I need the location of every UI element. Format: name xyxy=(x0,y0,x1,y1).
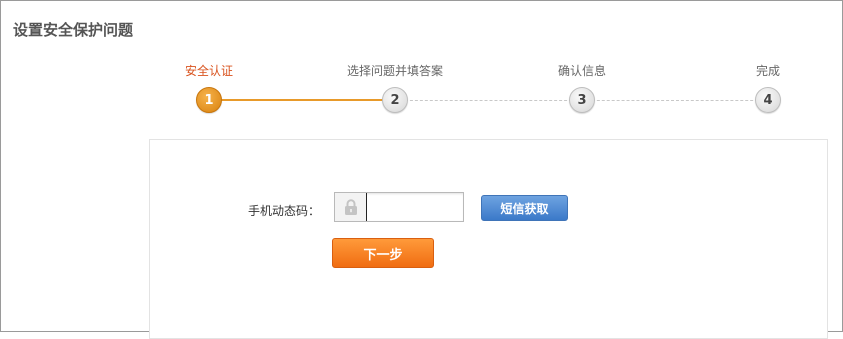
progress-line-completed xyxy=(209,99,395,101)
phone-code-label: 手机动态码： xyxy=(248,204,321,218)
step-label-1: 安全认证 xyxy=(184,64,234,78)
step-label-2: 选择问题并填答案 xyxy=(346,64,444,78)
step-label-4: 完成 xyxy=(755,64,781,78)
phone-code-input[interactable] xyxy=(367,193,463,221)
step-circle-4: 4 xyxy=(755,87,781,113)
lock-icon xyxy=(335,193,367,221)
step-label-3: 确认信息 xyxy=(557,64,607,78)
form-panel xyxy=(149,139,828,339)
sms-code-button[interactable]: 短信获取 xyxy=(481,195,568,221)
progress-line-pending xyxy=(395,100,582,101)
step-circle-3: 3 xyxy=(569,87,595,113)
progress-line-pending xyxy=(582,100,768,101)
next-step-button[interactable]: 下一步 xyxy=(332,238,434,268)
step-circle-2: 2 xyxy=(382,87,408,113)
step-circle-1: 1 xyxy=(196,87,222,113)
phone-code-field[interactable] xyxy=(334,192,464,222)
progress-steps: 安全认证 选择问题并填答案 确认信息 完成 1 2 3 4 xyxy=(0,0,843,130)
